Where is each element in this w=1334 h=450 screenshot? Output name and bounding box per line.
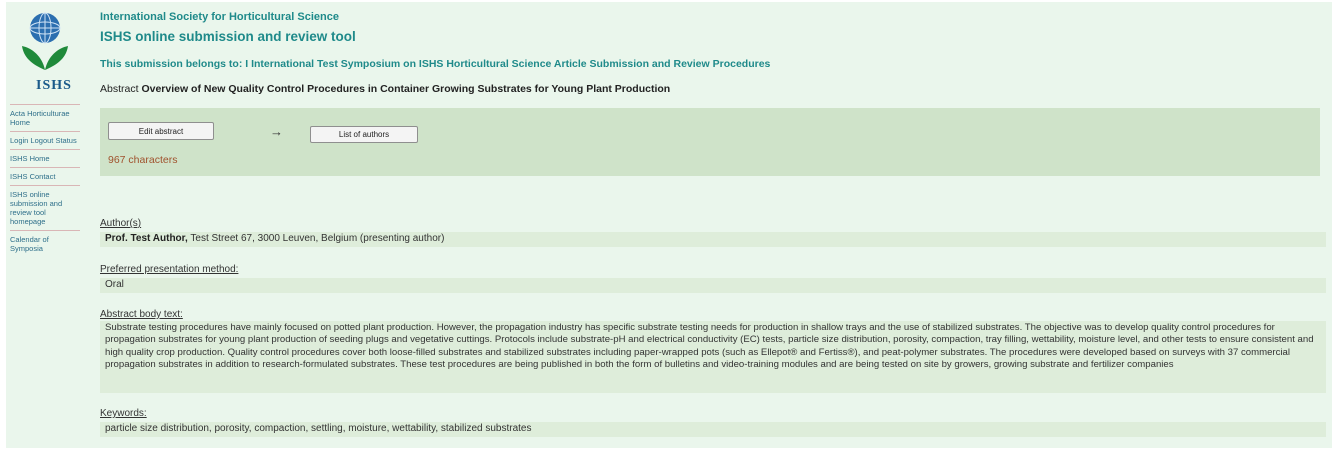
presentation-method-value: Oral: [100, 278, 1326, 293]
org-name: International Society for Horticultural …: [100, 11, 339, 23]
character-count: 967 characters: [108, 154, 178, 166]
abstract-body-label: Abstract body text:: [100, 309, 183, 320]
abstract-body-text: Substrate testing procedures have mainly…: [100, 321, 1326, 393]
keywords-value: particle size distribution, porosity, co…: [100, 422, 1326, 437]
sidebar-item-login-status[interactable]: Login Logout Status: [10, 131, 80, 149]
submission-symposium: This submission belongs to: I Internatio…: [100, 58, 771, 70]
ishs-logo[interactable]: ISHS: [16, 8, 74, 93]
edit-abstract-button[interactable]: Edit abstract: [108, 122, 214, 140]
action-bar: Edit abstract → List of authors 967 char…: [100, 108, 1320, 176]
abstract-title: Overview of New Quality Control Procedur…: [141, 83, 671, 95]
authors-label: Author(s): [100, 218, 142, 229]
sidebar-item-ishs-contact[interactable]: ISHS Contact: [10, 167, 80, 185]
authors-box: Prof. Test Author, Test Street 67, 3000 …: [100, 232, 1326, 247]
sidebar-item-submission-tool-homepage[interactable]: ISHS online submission and review tool h…: [10, 185, 80, 230]
page: ISHS Acta Horticulturae Home Login Logou…: [6, 2, 1332, 448]
presentation-method-label: Preferred presentation method:: [100, 264, 239, 275]
abstract-prefix: Abstract: [100, 83, 139, 95]
abstract-heading: Abstract Overview of New Quality Control…: [100, 83, 670, 95]
arrow-right-icon: →: [270, 124, 283, 139]
sidebar-item-acta-horticulturae-home[interactable]: Acta Horticulturae Home: [10, 104, 80, 131]
keywords-label: Keywords:: [100, 408, 147, 419]
sidebar-item-ishs-home[interactable]: ISHS Home: [10, 149, 80, 167]
logo-text: ISHS: [36, 78, 72, 93]
sidebar-item-calendar-of-symposia[interactable]: Calendar of Symposia: [10, 230, 80, 257]
tool-title: ISHS online submission and review tool: [100, 29, 356, 44]
author-name: Prof. Test Author,: [105, 233, 188, 244]
list-of-authors-button[interactable]: List of authors: [310, 126, 418, 143]
globe-leaves-icon: [22, 12, 68, 70]
sidebar: ISHS Acta Horticulturae Home Login Logou…: [6, 2, 82, 448]
sidebar-nav: Acta Horticulturae Home Login Logout Sta…: [10, 104, 80, 257]
author-details: Test Street 67, 3000 Leuven, Belgium (pr…: [187, 233, 445, 244]
